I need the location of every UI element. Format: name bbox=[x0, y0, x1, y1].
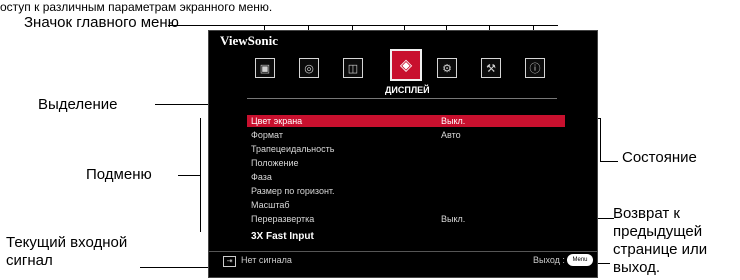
callout-back: Возврат к предыдущей странице или выход. bbox=[613, 205, 708, 276]
leader-line bbox=[600, 161, 618, 162]
image-settings-icon[interactable]: ◫ bbox=[343, 58, 363, 78]
submenu-item-label: Фаза bbox=[251, 172, 272, 182]
submenu-item-label: Положение bbox=[251, 158, 299, 168]
leader-line bbox=[168, 25, 558, 26]
leader-line bbox=[596, 263, 610, 264]
input-source-status: Нет сигнала bbox=[241, 255, 292, 265]
display-icon[interactable]: ◈ bbox=[390, 49, 422, 81]
submenu-item-value: Выкл. bbox=[441, 214, 466, 224]
divider bbox=[209, 251, 597, 252]
tools-icon[interactable]: ⚒ bbox=[481, 58, 501, 78]
leader-line bbox=[178, 175, 200, 176]
info-icon[interactable]: ⓘ bbox=[525, 58, 545, 78]
submenu-item-label: Масштаб bbox=[251, 200, 290, 210]
exit-label: Выход : bbox=[533, 255, 565, 265]
submenu-item-position[interactable]: Положение bbox=[247, 157, 565, 169]
submenu-item-keystone[interactable]: Трапецеидальность bbox=[247, 143, 565, 155]
submenu-item-label: Размер по горизонт. bbox=[251, 186, 335, 196]
submenu-item-format[interactable]: Формат Авто bbox=[247, 129, 565, 141]
submenu-item-color[interactable]: Цвет экрана Выкл. bbox=[247, 115, 565, 127]
input-source-icon: ⇥ bbox=[223, 256, 236, 267]
submenu-item-value: Авто bbox=[441, 130, 461, 140]
submenu-item-value: Выкл. bbox=[441, 116, 466, 126]
settings-icon[interactable]: ⚙ bbox=[437, 58, 457, 78]
leader-line bbox=[600, 118, 601, 162]
callout-highlight: Выделение bbox=[38, 96, 118, 113]
picture-icon[interactable]: ▣ bbox=[255, 58, 275, 78]
callout-status: Состояние bbox=[622, 149, 697, 166]
submenu-item-zoom[interactable]: Масштаб bbox=[247, 199, 565, 211]
divider bbox=[247, 98, 557, 99]
callout-current-input: Текущий входной сигнал bbox=[6, 234, 128, 269]
submenu-item-overscan[interactable]: Переразвертка Выкл. bbox=[247, 213, 565, 225]
main-menu-label: ДИСПЛЕЙ bbox=[385, 85, 430, 95]
submenu-item-h-size[interactable]: Размер по горизонт. bbox=[247, 185, 565, 197]
callout-submenu: Подменю bbox=[86, 166, 152, 183]
submenu-item-label: Трапецеидальность bbox=[251, 144, 335, 154]
menu-button[interactable]: Menu bbox=[567, 254, 593, 266]
fast-input-item[interactable]: 3X Fast Input bbox=[251, 231, 314, 242]
leader-line bbox=[200, 118, 201, 232]
audio-icon[interactable]: ◎ bbox=[299, 58, 319, 78]
brand-logo: ViewSonic bbox=[220, 33, 279, 48]
submenu-item-phase[interactable]: Фаза bbox=[247, 171, 565, 183]
submenu-item-label: Переразвертка bbox=[251, 214, 315, 224]
submenu-item-label: Формат bbox=[251, 130, 283, 140]
submenu-item-label: Цвет экрана bbox=[251, 116, 303, 126]
header-text: оступ к различным параметрам экранного м… bbox=[0, 0, 273, 14]
osd-menu-panel: ViewSonic ▣ ◎ ◫ ◈ ⚙ ⚒ ⓘ ДИСПЛЕЙ Цвет экр… bbox=[208, 30, 598, 278]
callout-main-menu-icon: Значок главного меню bbox=[24, 14, 179, 31]
